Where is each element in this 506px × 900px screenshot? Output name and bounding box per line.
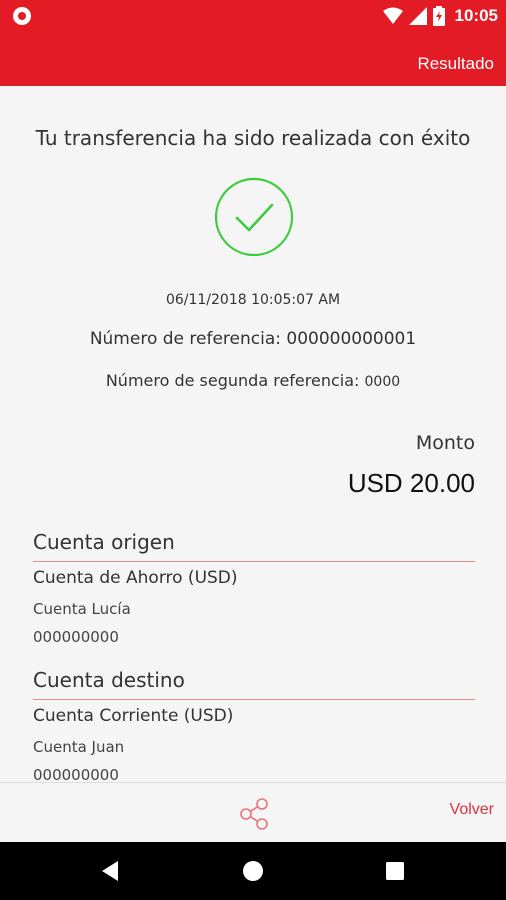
status-bar: 10:05 [0,0,506,32]
back-button[interactable]: Volver [450,801,494,819]
amount-label: Monto [415,432,475,454]
amount-value: USD 20.00 [347,468,475,498]
origin-account-number: 000000000 [33,628,119,646]
reference-row: Número de referencia: 000000000001 [0,329,506,349]
recents-square-icon[interactable] [380,856,410,886]
origin-account-title: Cuenta origen [33,530,175,554]
destination-divider [33,699,475,700]
bottom-action-bar: Volver [0,783,506,842]
reference-value: 000000000001 [286,329,417,349]
status-icons: 10:05 [382,5,498,27]
destination-account-title: Cuenta destino [33,668,185,692]
share-icon[interactable] [236,797,272,831]
reference-label: Número de referencia: [89,329,281,349]
origin-divider [33,561,475,562]
destination-account-type: Cuenta Corriente (USD) [33,706,234,726]
home-circle-icon[interactable] [238,856,268,886]
battery-icon [432,6,445,26]
app-bar: Resultado [0,32,506,86]
second-reference-label: Número de segunda referencia: [105,371,360,390]
origin-account-type: Cuenta de Ahorro (USD) [33,568,238,588]
destination-account-name: Cuenta Juan [33,738,125,756]
result-content[interactable]: Tu transferencia ha sido realizada con é… [0,86,506,782]
success-message: Tu transferencia ha sido realizada con é… [35,126,471,150]
second-reference-value: 0000 [364,374,401,390]
back-triangle-icon[interactable] [96,856,126,886]
signal-icon [408,7,427,25]
destination-account-number: 000000000 [33,766,119,782]
transaction-datetime: 06/11/2018 10:05:07 AM [165,292,341,308]
origin-account-name: Cuenta Lucía [33,600,131,618]
wifi-icon [382,7,403,24]
system-nav-bar [0,842,506,900]
success-check-icon [214,177,294,257]
status-time: 10:05 [454,6,498,25]
notification-icon [13,7,31,25]
second-reference-row: Número de segunda referencia: 0000 [0,371,506,390]
page-title: Resultado [417,54,494,73]
